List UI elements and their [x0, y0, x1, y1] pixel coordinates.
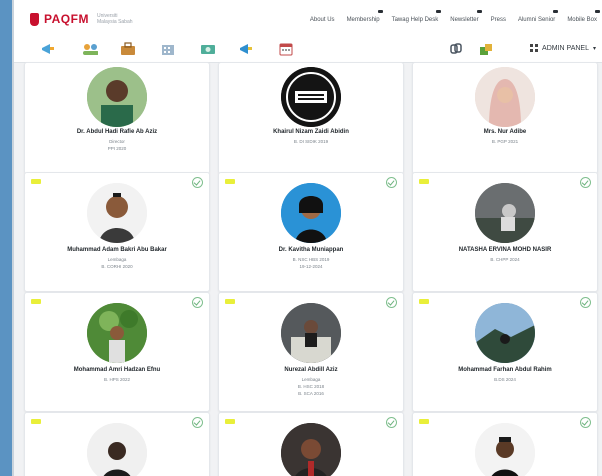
member-detail: B. DI SIDIK 2019	[293, 139, 329, 144]
verified-check-icon[interactable]	[580, 417, 591, 428]
member-detail: B. HPS 2022	[103, 377, 130, 382]
logo-mark-icon	[30, 12, 39, 26]
status-badge	[31, 179, 41, 184]
toolbar: ADMIN PANEL ▾	[14, 38, 602, 63]
member-card[interactable]	[218, 412, 404, 476]
member-detail: B. HSC 2018	[297, 384, 325, 389]
member-name: NATASHA ERVINA MOHD NASIR	[458, 247, 552, 253]
calendar-icon[interactable]	[278, 42, 294, 56]
member-name: Khairul Nizam Zaidi Abidin	[273, 129, 349, 135]
member-detail: Lembaga	[301, 377, 321, 382]
member-detail: Director	[109, 139, 125, 144]
top-nav-links: About Us Membership Tawag Help Desk News…	[307, 10, 600, 24]
nav-link-alumni[interactable]: Alumni Senior	[515, 10, 559, 24]
nav-link-newsletter[interactable]: Newsletter	[447, 10, 482, 24]
verified-check-icon[interactable]	[580, 297, 591, 308]
member-name: Dr. Kavitha Muniappan	[278, 247, 344, 253]
member-detail: Lembaga	[107, 257, 127, 262]
member-card[interactable]: Mohammad Amri Hadzan Efnu B. HPS 2022	[24, 292, 210, 412]
member-card[interactable]: Mrs. Nur Adibe B. PGP 2021	[412, 62, 598, 174]
admin-panel-menu[interactable]: ADMIN PANEL ▾	[530, 44, 596, 52]
verified-check-icon[interactable]	[580, 177, 591, 188]
member-avatar	[475, 183, 535, 243]
verified-check-icon[interactable]	[192, 177, 203, 188]
status-badge	[225, 419, 235, 424]
member-avatar	[475, 303, 535, 363]
member-detail: B. NSC HBS 2019	[292, 257, 330, 262]
logo[interactable]: PAQFM Universiti Malaysia Sabah	[30, 12, 133, 26]
nav-link-help-desk[interactable]: Tawag Help Desk	[389, 10, 442, 24]
member-detail: B. CHPP 2024	[490, 257, 520, 262]
announcement-icon[interactable]	[238, 42, 254, 56]
member-avatar	[281, 67, 341, 127]
status-badge	[419, 179, 429, 184]
member-card[interactable]: NATASHA ERVINA MOHD NASIR B. CHPP 2024	[412, 172, 598, 292]
member-card[interactable]: Dr. Kavitha Muniappan B. NSC HBS 2019 19…	[218, 172, 404, 292]
status-badge	[225, 179, 235, 184]
member-name: Mohammad Farhan Abdul Rahim	[458, 367, 552, 373]
verified-check-icon[interactable]	[192, 297, 203, 308]
briefcase-icon[interactable]	[120, 42, 136, 56]
verified-check-icon[interactable]	[386, 177, 397, 188]
nav-link-press[interactable]: Press	[488, 16, 509, 24]
member-detail: 19-12-2024	[299, 264, 323, 269]
status-badge	[419, 299, 429, 304]
member-avatar	[281, 303, 341, 363]
member-detail: PPI 2020	[107, 146, 127, 151]
status-badge	[225, 299, 235, 304]
member-name: Muhammad Adam Bakri Abu Bakar	[67, 247, 167, 253]
verified-check-icon[interactable]	[192, 417, 203, 428]
member-detail: B. SCA 2016	[298, 391, 324, 396]
member-avatar	[87, 67, 147, 127]
member-name: Mohammad Amri Hadzan Efnu	[73, 367, 161, 373]
nav-link-membership[interactable]: Membership	[344, 10, 383, 24]
status-badge	[419, 419, 429, 424]
member-card[interactable]: Muhammad Adam Bakri Abu Bakar Lembaga B.…	[24, 172, 210, 292]
member-card[interactable]: Khairul Nizam Zaidi Abidin B. DI SIDIK 2…	[218, 62, 404, 174]
member-card[interactable]	[24, 412, 210, 476]
nav-link-about[interactable]: About Us	[307, 16, 338, 24]
member-detail: B. PGP 2021	[491, 139, 519, 144]
member-name: Nurezal Abdill Aziz	[284, 367, 338, 373]
app-screen: PAQFM Universiti Malaysia Sabah About Us…	[12, 0, 602, 476]
member-avatar	[281, 183, 341, 243]
status-badge	[31, 299, 41, 304]
member-avatar	[87, 183, 147, 243]
verified-check-icon[interactable]	[386, 417, 397, 428]
member-avatar	[281, 423, 341, 476]
building-icon[interactable]	[160, 42, 176, 56]
logo-subtitle: Universiti Malaysia Sabah	[97, 13, 133, 25]
member-card[interactable]	[412, 412, 598, 476]
chevron-down-icon: ▾	[592, 45, 596, 52]
verified-check-icon[interactable]	[386, 297, 397, 308]
member-name: Dr. Abdul Hadi Rafie Ab Aziz	[76, 129, 158, 135]
top-navbar: PAQFM Universiti Malaysia Sabah About Us…	[14, 0, 602, 39]
member-avatar	[87, 423, 147, 476]
member-avatar	[475, 423, 535, 476]
money-icon[interactable]	[200, 42, 216, 56]
grid-icon	[530, 44, 539, 52]
member-card[interactable]: Mohammad Farhan Abdul Rahim B.DS 2024	[412, 292, 598, 412]
member-avatar	[475, 67, 535, 127]
group-icon[interactable]	[478, 42, 494, 56]
admin-panel-label: ADMIN PANEL	[542, 44, 589, 52]
status-badge	[31, 419, 41, 424]
megaphone-icon[interactable]	[40, 42, 56, 56]
member-avatar	[87, 303, 147, 363]
logo-text: PAQFM	[44, 12, 89, 26]
member-name: Mrs. Nur Adibe	[483, 129, 527, 135]
member-detail: B.DS 2024	[494, 377, 516, 382]
member-card[interactable]: Dr. Abdul Hadi Rafie Ab Aziz Director PP…	[24, 62, 210, 174]
link-icon[interactable]	[448, 42, 464, 56]
nav-link-mobile[interactable]: Mobile Box	[564, 10, 600, 24]
member-card[interactable]: Nurezal Abdill Aziz Lembaga B. HSC 2018 …	[218, 292, 404, 412]
logo-subtitle-line2: Malaysia Sabah	[96, 19, 133, 25]
people-icon[interactable]	[82, 42, 98, 56]
member-detail: B. CORHI 2020	[101, 264, 133, 269]
